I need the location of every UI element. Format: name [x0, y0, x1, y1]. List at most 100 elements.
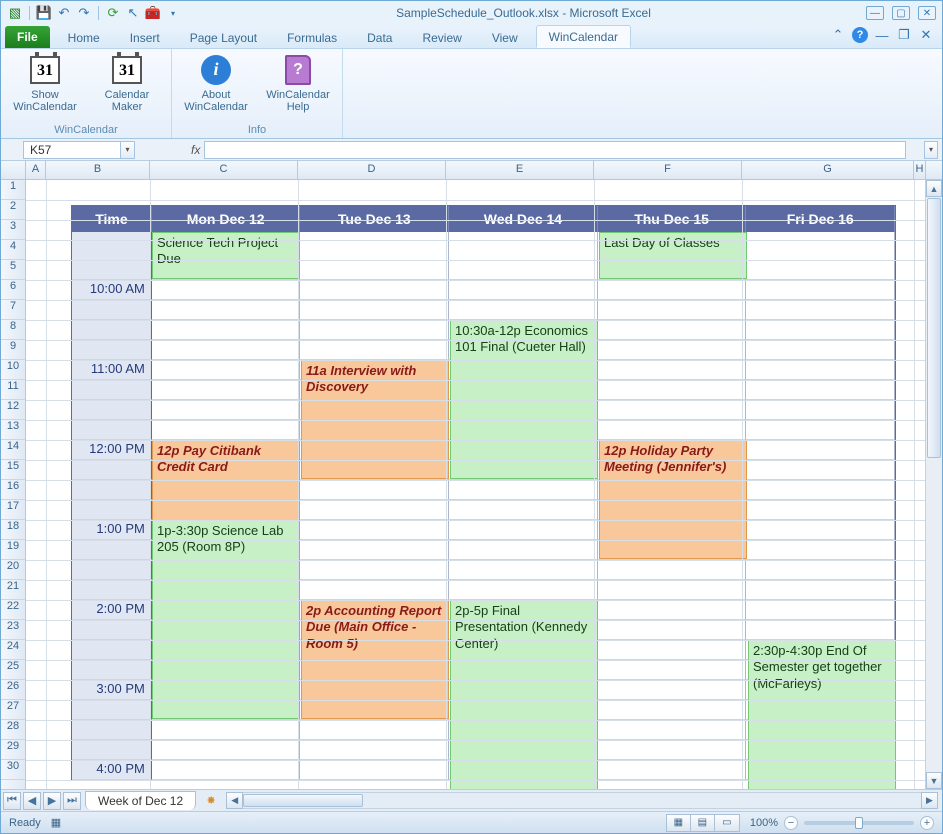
row-header[interactable]: 8 — [1, 320, 25, 340]
formula-input[interactable] — [204, 141, 906, 159]
row-header[interactable]: 9 — [1, 340, 25, 360]
new-sheet-icon[interactable]: ✸ — [200, 793, 222, 809]
tab-review[interactable]: Review — [410, 27, 473, 48]
workbook-restore-icon[interactable]: ❐ — [896, 27, 912, 43]
tab-view[interactable]: View — [480, 27, 530, 48]
row-header[interactable]: 1 — [1, 180, 25, 200]
horizontal-scrollbar[interactable]: ◀ ▶ — [226, 792, 938, 809]
tab-wincalendar[interactable]: WinCalendar — [536, 25, 631, 48]
sheet-nav-first-icon[interactable]: ⏮ — [3, 792, 21, 810]
minimize-button[interactable]: — — [866, 6, 884, 20]
row-header[interactable]: 12 — [1, 400, 25, 420]
scrollbar-thumb[interactable] — [927, 198, 941, 458]
row-header[interactable]: 4 — [1, 240, 25, 260]
select-all-corner[interactable] — [1, 161, 26, 179]
scrollbar-thumb[interactable] — [243, 794, 363, 807]
row-header[interactable]: 3 — [1, 220, 25, 240]
column-header[interactable]: B — [46, 161, 150, 179]
row-header[interactable]: 2 — [1, 200, 25, 220]
calendar-icon: 31 — [30, 56, 60, 84]
save-icon[interactable]: 💾 — [36, 5, 52, 21]
sheet-nav-last-icon[interactable]: ⏭ — [63, 792, 81, 810]
scroll-right-icon[interactable]: ▶ — [921, 792, 938, 809]
redo-icon[interactable]: ↷ — [76, 5, 92, 21]
row-header[interactable]: 19 — [1, 540, 25, 560]
sheet-nav-prev-icon[interactable]: ◀ — [23, 792, 41, 810]
ribbon-minimize-icon[interactable]: ⌃ — [830, 27, 846, 43]
zoom-slider[interactable] — [804, 821, 914, 825]
page-break-view-icon[interactable]: ▭ — [715, 815, 739, 831]
tab-home[interactable]: Home — [56, 27, 112, 48]
column-header[interactable]: G — [742, 161, 914, 179]
row-header[interactable]: 15 — [1, 460, 25, 480]
row-header[interactable]: 16 — [1, 480, 25, 500]
row-header[interactable]: 6 — [1, 280, 25, 300]
refresh-icon[interactable]: ⟳ — [105, 5, 121, 21]
workbook-close-icon[interactable]: ✕ — [918, 27, 934, 43]
zoom-level[interactable]: 100% — [750, 817, 778, 829]
row-header[interactable]: 10 — [1, 360, 25, 380]
row-header[interactable]: 28 — [1, 720, 25, 740]
row-header[interactable]: 27 — [1, 700, 25, 720]
vertical-scrollbar[interactable]: ▲ ▼ — [925, 180, 942, 789]
page-layout-view-icon[interactable]: ▤ — [691, 815, 715, 831]
excel-icon[interactable]: ▧ — [7, 5, 23, 21]
row-header[interactable]: 14 — [1, 440, 25, 460]
tab-page-layout[interactable]: Page Layout — [178, 27, 269, 48]
column-header[interactable]: F — [594, 161, 742, 179]
row-header[interactable]: 24 — [1, 640, 25, 660]
row-header[interactable]: 5 — [1, 260, 25, 280]
scroll-down-icon[interactable]: ▼ — [926, 772, 942, 789]
macro-record-icon[interactable]: ▦ — [51, 816, 61, 829]
name-box-dropdown-icon[interactable]: ▾ — [121, 141, 135, 159]
tab-data[interactable]: Data — [355, 27, 404, 48]
pointer-icon[interactable]: ↖ — [125, 5, 141, 21]
calendar-event[interactable]: 2:30p-4:30p End Of Semester get together… — [748, 640, 896, 789]
calendar-table: TimeMon Dec 12Tue Dec 13Wed Dec 14Thu De… — [71, 205, 896, 781]
row-header[interactable]: 18 — [1, 520, 25, 540]
cells-canvas[interactable]: TimeMon Dec 12Tue Dec 13Wed Dec 14Thu De… — [26, 180, 942, 789]
formula-bar-expand-icon[interactable]: ▾ — [924, 141, 938, 159]
tab-insert[interactable]: Insert — [118, 27, 172, 48]
zoom-out-icon[interactable]: − — [784, 816, 798, 830]
column-header[interactable]: H — [914, 161, 926, 179]
zoom-in-icon[interactable]: + — [920, 816, 934, 830]
wincalendar-help-button[interactable]: ? WinCalendar Help — [264, 53, 332, 113]
about-wincalendar-button[interactable]: i About WinCalendar — [182, 53, 250, 113]
row-header[interactable]: 23 — [1, 620, 25, 640]
column-header[interactable]: E — [446, 161, 594, 179]
sheet-tab[interactable]: Week of Dec 12 — [85, 791, 196, 810]
row-header[interactable]: 11 — [1, 380, 25, 400]
maximize-button[interactable]: ▢ — [892, 6, 910, 20]
row-header[interactable]: 21 — [1, 580, 25, 600]
undo-icon[interactable]: ↶ — [56, 5, 72, 21]
tab-formulas[interactable]: Formulas — [275, 27, 349, 48]
row-header[interactable]: 29 — [1, 740, 25, 760]
show-wincalendar-button[interactable]: 31 Show WinCalendar — [11, 53, 79, 113]
normal-view-icon[interactable]: ▦ — [667, 815, 691, 831]
tools-icon[interactable]: 🧰 — [145, 5, 161, 21]
row-header[interactable]: 7 — [1, 300, 25, 320]
scroll-up-icon[interactable]: ▲ — [926, 180, 942, 197]
name-box[interactable]: K57 — [23, 141, 121, 159]
row-header[interactable]: 26 — [1, 680, 25, 700]
tab-file[interactable]: File — [5, 26, 50, 48]
fx-label[interactable]: fx — [191, 143, 200, 157]
qat-dropdown-icon[interactable]: ▾ — [165, 5, 181, 21]
row-header[interactable]: 30 — [1, 760, 25, 780]
row-header[interactable]: 20 — [1, 560, 25, 580]
sheet-tab-bar: ⏮ ◀ ▶ ⏭ Week of Dec 12 ✸ ◀ ▶ — [1, 789, 942, 811]
workbook-minimize-icon[interactable]: — — [874, 27, 890, 43]
column-header[interactable]: A — [26, 161, 46, 179]
column-header[interactable]: D — [298, 161, 446, 179]
scroll-left-icon[interactable]: ◀ — [226, 792, 243, 809]
help-icon[interactable]: ? — [852, 27, 868, 43]
column-header[interactable]: C — [150, 161, 298, 179]
row-header[interactable]: 13 — [1, 420, 25, 440]
calendar-maker-button[interactable]: 31 Calendar Maker — [93, 53, 161, 113]
row-header[interactable]: 22 — [1, 600, 25, 620]
sheet-nav-next-icon[interactable]: ▶ — [43, 792, 61, 810]
row-header[interactable]: 25 — [1, 660, 25, 680]
row-header[interactable]: 17 — [1, 500, 25, 520]
close-button[interactable]: ✕ — [918, 6, 936, 20]
